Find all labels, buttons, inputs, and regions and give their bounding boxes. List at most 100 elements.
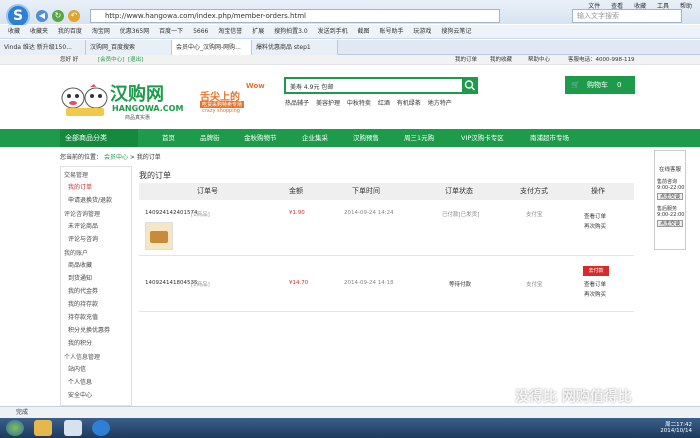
- sidebar-item[interactable]: 站内信: [61, 362, 131, 375]
- sidebar-item[interactable]: 未评论商品: [61, 219, 131, 232]
- browser-menu: 文件 查看 收藏 工具 帮助: [579, 1, 692, 10]
- fav-item[interactable]: 淘宝信誉: [218, 28, 242, 35]
- menu-favorites[interactable]: 收藏: [634, 3, 646, 10]
- sidebar-item[interactable]: 我的持存款: [61, 297, 131, 310]
- nav-presale[interactable]: 汉购预售: [353, 129, 379, 147]
- order-id[interactable]: 140924141804535: [145, 280, 198, 286]
- hot-word[interactable]: 热品辅子: [285, 100, 309, 107]
- service-hours: 9:00-22:00: [657, 212, 685, 218]
- fav-item[interactable]: 搜狗云笔记: [441, 28, 471, 35]
- link-member-center[interactable]: [会员中心]: [98, 55, 124, 65]
- address-bar[interactable]: http://www.hangowa.com/index.php/member-…: [90, 9, 500, 23]
- menu-tools[interactable]: 工具: [657, 3, 669, 10]
- browser-tab[interactable]: 汉购网_百度搜索: [86, 40, 172, 55]
- tab-bar: Vinda 维达 新升级150... 汉购网_百度搜索 会员中心_汉购网-网购...…: [0, 40, 700, 55]
- nav-vip[interactable]: VIP汉购卡专区: [461, 129, 504, 147]
- promo-banner[interactable]: 舌尖上的 Wow 吃货采购特卖专场 crazy shopping: [198, 82, 278, 114]
- fav-item[interactable]: 收藏夹: [30, 28, 48, 35]
- sidebar-item[interactable]: 评论与咨询: [61, 232, 131, 245]
- sidebar-group-title: 交易管理: [64, 172, 89, 179]
- sidebar-item[interactable]: 到货通知: [61, 271, 131, 284]
- col-action: 操作: [591, 187, 605, 195]
- hot-word[interactable]: 美容护理: [316, 100, 340, 107]
- fav-item[interactable]: 我的百度: [58, 28, 82, 35]
- link-logout[interactable]: [退出]: [128, 55, 143, 65]
- link-help[interactable]: 帮助中心: [528, 55, 550, 65]
- member-sidebar: 交易管理 我的订单 申请退换货/退款 评论咨询管理 未评论商品 评论与咨询 我的…: [60, 166, 132, 406]
- refresh-icon[interactable]: ↻: [52, 10, 64, 22]
- pay-now-button[interactable]: 去付款: [583, 266, 609, 276]
- pay-method: 支付宝: [526, 282, 543, 288]
- order-id[interactable]: 140924142401574: [145, 210, 198, 216]
- hot-word[interactable]: 红酒: [378, 100, 390, 107]
- fav-item[interactable]: 5666: [193, 28, 208, 35]
- fav-item[interactable]: 淘宝网: [92, 28, 110, 35]
- browser-taskbar-icon[interactable]: [92, 420, 110, 436]
- logo-domain: HANGOWA.COM: [112, 104, 184, 113]
- product-thumbnail[interactable]: [145, 222, 173, 250]
- start-icon[interactable]: [6, 420, 24, 436]
- search-button[interactable]: [462, 77, 478, 94]
- fav-item[interactable]: 玩游戏: [413, 28, 431, 35]
- fav-item[interactable]: 收藏: [8, 28, 20, 35]
- fav-item[interactable]: 账号助手: [379, 28, 403, 35]
- breadcrumb-member[interactable]: 会员中心: [104, 154, 128, 161]
- document-icon[interactable]: [64, 420, 82, 436]
- sidebar-item[interactable]: 安全中心: [61, 388, 131, 401]
- nav-one-yuan[interactable]: 周三1元购: [404, 129, 434, 147]
- folder-icon[interactable]: [34, 420, 52, 436]
- nav-home[interactable]: 首页: [162, 129, 175, 147]
- sidebar-item[interactable]: 申请退换货/退款: [61, 193, 131, 206]
- sidebar-item[interactable]: 个人信息: [61, 375, 131, 388]
- order-amount: ¥1.90: [289, 210, 305, 216]
- fav-item[interactable]: 截图: [358, 28, 370, 35]
- view-order-link[interactable]: 查看订单: [584, 212, 606, 220]
- order-status: 等待付款: [449, 282, 472, 288]
- back-icon[interactable]: ◀: [36, 10, 48, 22]
- chat-button[interactable]: 点击交谈: [657, 193, 683, 200]
- greeting: 您好 好: [60, 57, 79, 63]
- promo-line: 吃货采购特卖专场: [200, 101, 245, 108]
- undo-icon[interactable]: ↶: [68, 10, 80, 22]
- nav-supermarket[interactable]: 南浦超市专场: [530, 129, 569, 147]
- rebuy-link[interactable]: 再次购买: [584, 222, 606, 230]
- hot-word[interactable]: 有机绿茶: [397, 100, 421, 107]
- browser-tab[interactable]: Vinda 维达 新升级150...: [0, 40, 86, 55]
- cart-button[interactable]: 🛒 购物车 0: [565, 76, 635, 94]
- fav-item[interactable]: 百度一下: [159, 28, 183, 35]
- fav-item[interactable]: 发送到手机: [318, 28, 348, 35]
- fav-item[interactable]: 扩展: [252, 28, 264, 35]
- nav-festival[interactable]: 金秋购物节: [244, 129, 277, 147]
- browser-search-input[interactable]: 输入文字搜索: [572, 9, 682, 23]
- link-my-orders[interactable]: 我的订单: [455, 55, 477, 65]
- sidebar-item[interactable]: 持存款充值: [61, 310, 131, 323]
- browser-tab[interactable]: 爆料优惠商品 step1: [252, 40, 338, 55]
- sidebar-item[interactable]: 我的积分: [61, 336, 131, 349]
- browser-tab-active[interactable]: 会员中心_汉购网-网购...: [172, 40, 252, 55]
- sidebar-group-title: 我的账户: [64, 250, 89, 257]
- site-search-input[interactable]: 美寿 4.9元 包邮: [284, 77, 478, 94]
- cart-icon: 🛒: [571, 81, 580, 89]
- menu-view[interactable]: 查看: [611, 3, 623, 10]
- menu-file[interactable]: 文件: [588, 3, 600, 10]
- nav-brands[interactable]: 品牌街: [200, 129, 220, 147]
- order-status: 已付款[已发货]: [442, 212, 480, 218]
- clock-time: 周二17:42: [665, 422, 692, 428]
- chat-button[interactable]: 点击交谈: [657, 220, 683, 227]
- sidebar-item[interactable]: 商品收藏: [61, 258, 131, 271]
- watermark: 没得比 网购值得比: [515, 389, 632, 405]
- rebuy-link[interactable]: 再次购买: [584, 290, 606, 298]
- sidebar-item[interactable]: 我的代金券: [61, 284, 131, 297]
- menu-help[interactable]: 帮助: [680, 3, 692, 10]
- hot-word[interactable]: 中秋特卖: [347, 100, 371, 107]
- fav-item[interactable]: 优惠365网: [120, 28, 149, 35]
- site-logo[interactable]: 汉购网 HANGOWA.COM 商品真实惠: [60, 76, 190, 124]
- sidebar-item[interactable]: 积分兑换优惠券: [61, 323, 131, 336]
- hot-word[interactable]: 地方特产: [428, 100, 452, 107]
- view-order-link[interactable]: 查看订单: [584, 280, 606, 288]
- fav-item[interactable]: 搜狗拍置3.0: [274, 28, 308, 35]
- link-my-favorites[interactable]: 我的收藏: [490, 55, 512, 65]
- sidebar-item-orders[interactable]: 我的订单: [61, 180, 131, 193]
- nav-enterprise[interactable]: 企业集采: [302, 129, 328, 147]
- all-categories[interactable]: 全部商品分类: [60, 129, 138, 147]
